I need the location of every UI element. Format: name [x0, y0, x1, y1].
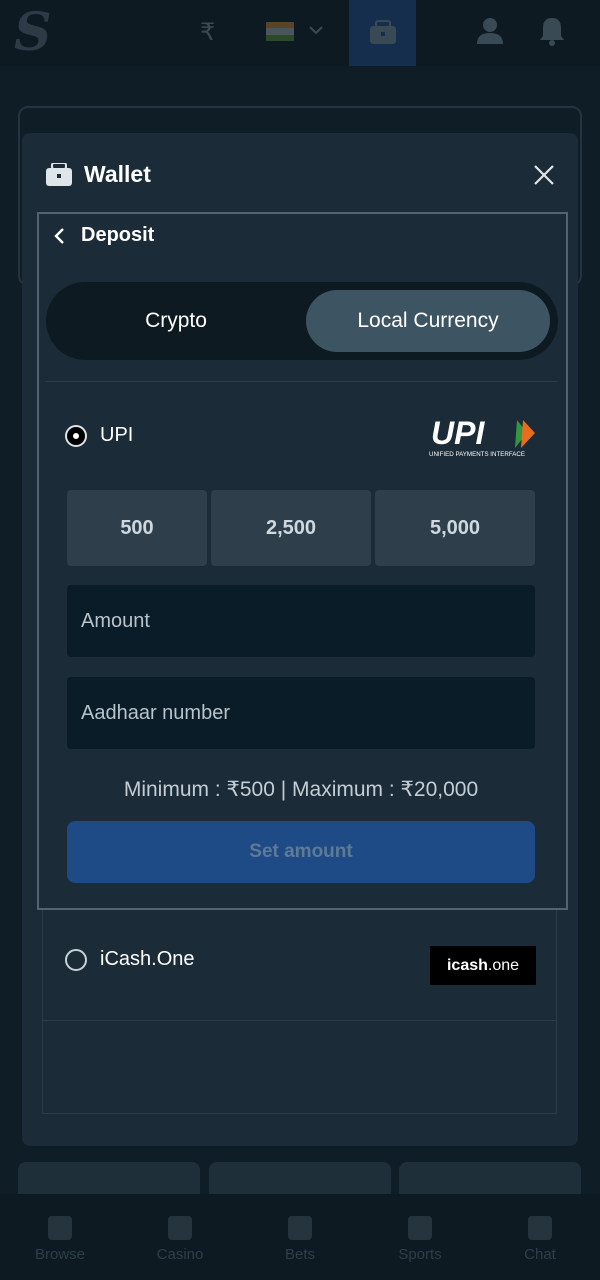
bell-icon[interactable] [538, 16, 566, 46]
nav-chat[interactable]: Chat [480, 1194, 600, 1280]
tab-crypto[interactable]: Crypto [54, 290, 298, 352]
chevron-down-icon[interactable] [308, 22, 324, 38]
top-bar: S ₹ [0, 0, 600, 66]
icash-radio-option[interactable]: iCash.One [65, 948, 195, 971]
preset-5000-button[interactable]: 5,000 [375, 490, 535, 566]
preset-2500-button[interactable]: 2,500 [211, 490, 371, 566]
upi-method-card: UPI UPI UNIFIED PAYMENTS INTERFACE 500 2… [45, 381, 557, 911]
radio-unselected-icon[interactable] [65, 948, 87, 971]
icash-label: iCash.One [100, 948, 195, 970]
svg-text:UNIFIED PAYMENTS INTERFACE: UNIFIED PAYMENTS INTERFACE [429, 451, 525, 458]
nav-sports[interactable]: Sports [360, 1194, 480, 1280]
currency-type-toggle: Crypto Local Currency [46, 282, 558, 360]
icash-method-card: iCash.One icash .one [42, 910, 557, 1114]
icash-logo: icash .one [430, 946, 536, 985]
wallet-icon [370, 20, 396, 44]
amount-input[interactable] [67, 585, 535, 657]
currency-selector[interactable]: ₹ [200, 18, 215, 47]
upi-radio-option[interactable]: UPI [65, 424, 133, 447]
deposit-title: Deposit [81, 224, 155, 246]
upi-logo: UPI UNIFIED PAYMENTS INTERFACE [429, 416, 535, 458]
close-icon[interactable] [532, 163, 556, 187]
sports-icon [408, 1216, 432, 1240]
deposit-back-button[interactable]: Deposit [53, 224, 154, 247]
set-amount-button[interactable]: Set amount [67, 821, 535, 883]
radio-selected-icon[interactable] [65, 424, 87, 447]
chat-icon [528, 1216, 552, 1240]
modal-title: Wallet [84, 161, 151, 187]
deposit-panel: Deposit Crypto Local Currency UPI UPI UN… [37, 212, 568, 910]
india-flag-icon[interactable] [266, 22, 294, 41]
preset-amounts: 500 2,500 5,000 [67, 490, 535, 566]
modal-header: Wallet [46, 161, 151, 188]
upi-label: UPI [100, 424, 134, 446]
casino-icon [168, 1216, 192, 1240]
deposit-limits: Minimum : ₹500 | Maximum : ₹20,000 [123, 778, 479, 801]
divider [43, 1020, 556, 1021]
wallet-tab-button[interactable] [349, 0, 416, 66]
aadhaar-input[interactable] [67, 677, 535, 749]
tab-local-currency[interactable]: Local Currency [306, 290, 550, 352]
browse-icon [48, 1216, 72, 1240]
brand-logo[interactable]: S [14, 2, 52, 63]
nav-bets[interactable]: Bets [240, 1194, 360, 1280]
preset-500-button[interactable]: 500 [67, 490, 207, 566]
nav-browse[interactable]: Browse [0, 1194, 120, 1280]
svg-text:UPI: UPI [431, 416, 485, 451]
wallet-icon [46, 162, 72, 186]
wallet-modal: Wallet Deposit Crypto Local Currency UPI… [22, 133, 578, 1146]
user-icon[interactable] [476, 16, 504, 44]
chevron-left-icon [54, 227, 64, 244]
nav-casino[interactable]: Casino [120, 1194, 240, 1280]
bets-icon [288, 1216, 312, 1240]
bottom-nav: Browse Casino Bets Sports Chat [0, 1194, 600, 1280]
